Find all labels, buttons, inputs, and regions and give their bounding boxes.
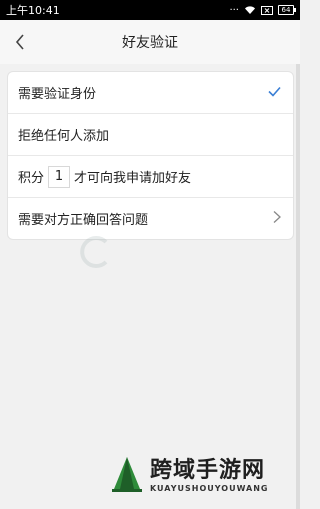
page-title: 好友验证 <box>122 35 178 51</box>
option-reject-all[interactable]: 拒绝任何人添加 <box>8 114 293 156</box>
chevron-right-icon <box>273 210 281 227</box>
status-time: 上午10:41 <box>6 4 60 17</box>
wifi-icon <box>245 6 255 14</box>
back-button[interactable] <box>6 28 34 56</box>
option-label-suffix: 才可向我申请加好友 <box>74 171 192 186</box>
status-bar: 上午10:41 ··· 64 <box>0 0 300 20</box>
option-require-verification[interactable]: 需要验证身份 <box>8 72 293 114</box>
site-watermark: 跨域手游网 KUAYUSHOUYOUWANG <box>110 455 269 495</box>
points-input[interactable]: 1 <box>48 165 71 188</box>
no-sim-icon <box>261 5 273 15</box>
chevron-left-icon <box>15 34 24 50</box>
title-bar: 好友验证 <box>0 20 300 64</box>
site-name: 跨域手游网 <box>150 457 266 483</box>
mountain-logo-icon <box>112 457 142 492</box>
option-points-required[interactable]: 积分 1 才可向我申请加好友 <box>8 156 293 198</box>
option-label-prefix: 积分 <box>18 171 45 186</box>
option-answer-question[interactable]: 需要对方正确回答问题 <box>8 198 293 239</box>
option-label: 需要对方正确回答问题 <box>18 213 149 228</box>
battery-icon: 64 <box>278 5 296 15</box>
checkmark-icon <box>268 85 281 100</box>
scroll-edge <box>296 64 300 509</box>
site-pinyin: KUAYUSHOUYOUWANG <box>150 483 269 493</box>
option-label: 拒绝任何人添加 <box>18 129 110 144</box>
status-icons: ··· 64 <box>229 4 296 16</box>
more-dots-icon: ··· <box>229 4 239 16</box>
verification-options-list: 需要验证身份 拒绝任何人添加 积分 1 才可向我申请加好友 需要对方正确回答问题 <box>7 71 294 240</box>
option-label: 需要验证身份 <box>18 87 97 102</box>
watermark-logo-icon <box>80 236 108 268</box>
battery-level: 64 <box>281 6 291 14</box>
